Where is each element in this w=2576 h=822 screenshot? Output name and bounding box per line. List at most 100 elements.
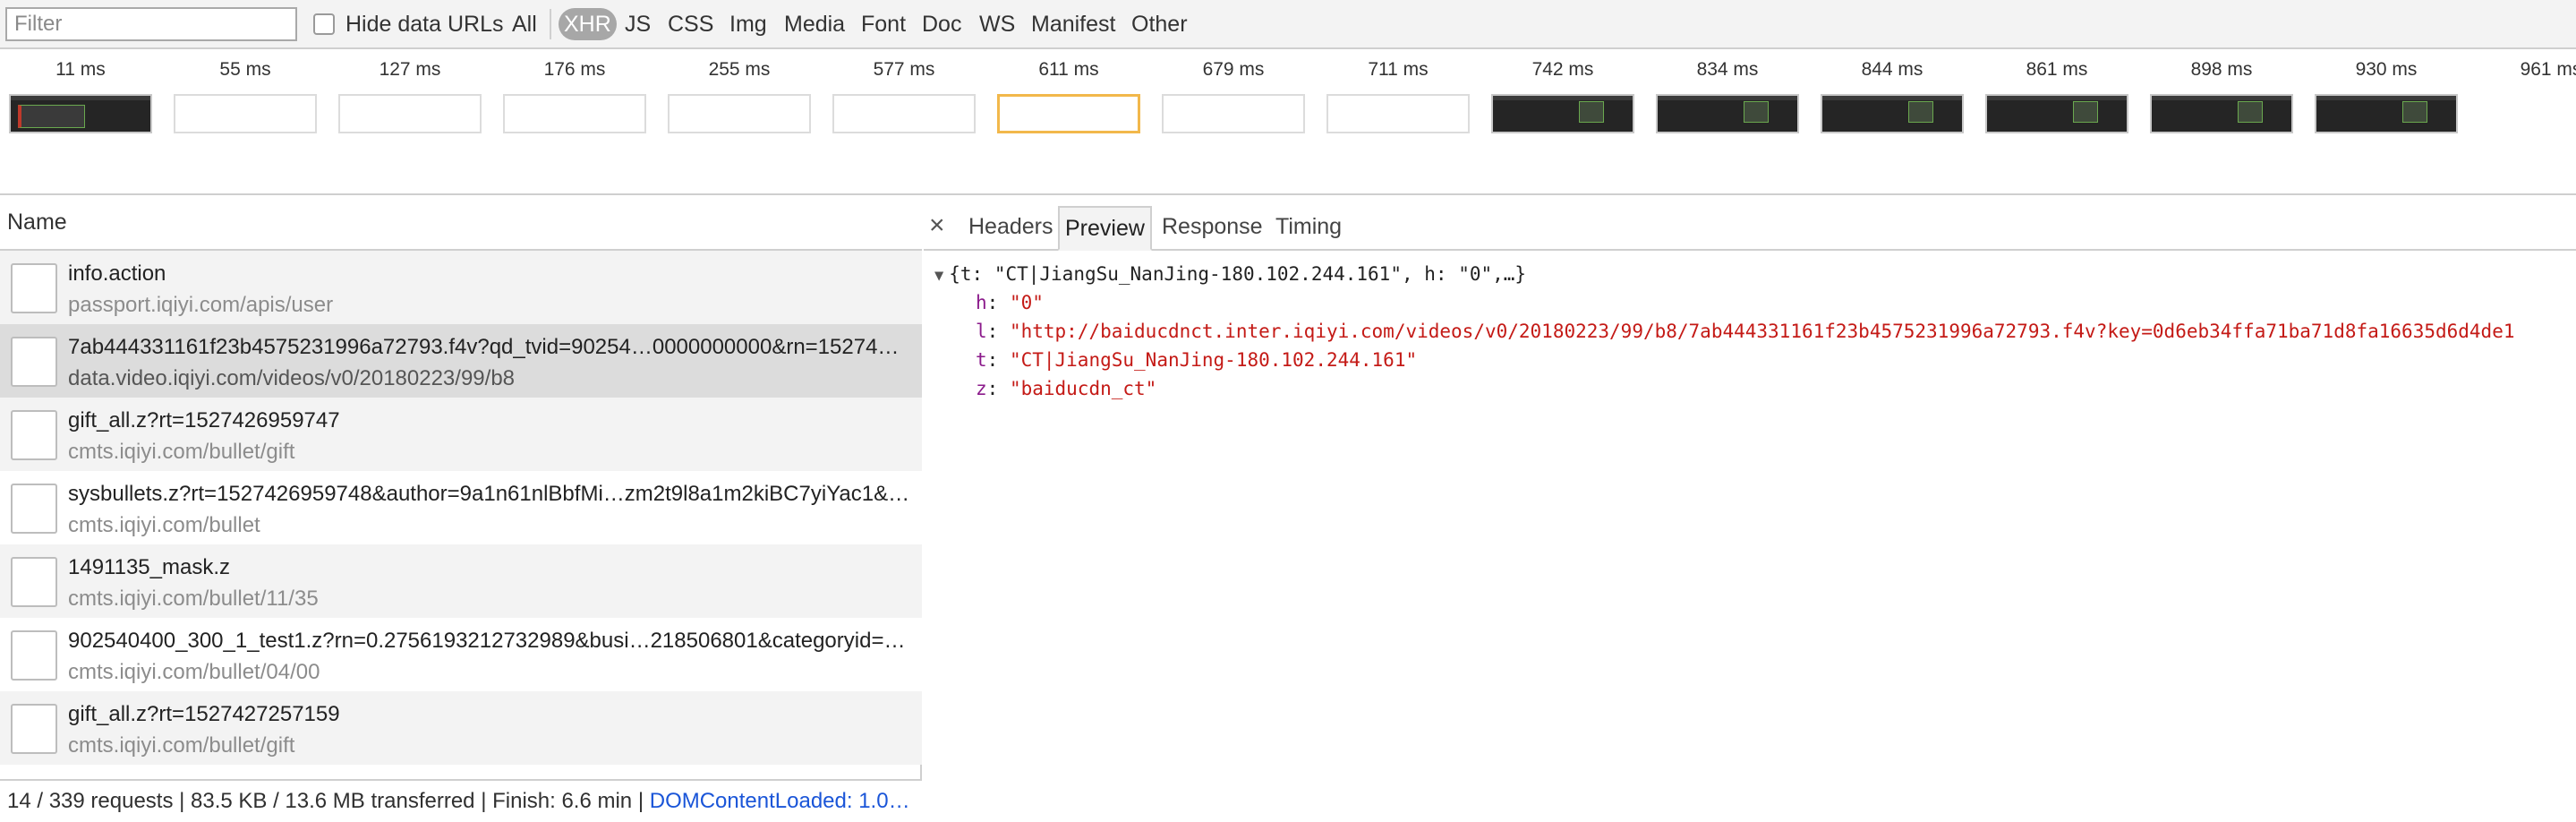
filter-type-js[interactable]: JS xyxy=(625,8,651,40)
request-name: gift_all.z?rt=1527426959747 xyxy=(68,408,340,432)
frame-thumbnail[interactable] xyxy=(503,94,646,133)
frame-thumbnail[interactable] xyxy=(1985,94,2128,133)
filmstrip-frame[interactable]: 861 ms xyxy=(1983,58,2130,133)
request-row[interactable]: 902540400_300_1_test1.z?rn=0.27561932127… xyxy=(0,618,922,691)
frame-time: 898 ms xyxy=(2190,59,2253,80)
request-row[interactable]: gift_all.z?rt=1527427257159 cmts.iqiyi.c… xyxy=(0,691,922,765)
json-property: l: "http://baiducdnct.inter.iqiyi.com/vi… xyxy=(976,321,2515,342)
hide-data-urls-checkbox[interactable] xyxy=(313,13,335,35)
frame-thumbnail-selected[interactable] xyxy=(997,94,1140,133)
filmstrip-frame[interactable]: 930 ms xyxy=(2313,58,2460,133)
filmstrip-frame[interactable]: 679 ms xyxy=(1160,58,1307,133)
filmstrip-frame[interactable]: 834 ms xyxy=(1654,58,1801,133)
frame-thumbnail[interactable] xyxy=(2315,94,2458,133)
frame-thumbnail[interactable] xyxy=(668,94,811,133)
frame-thumbnail[interactable] xyxy=(338,94,482,133)
filter-type-all[interactable]: All xyxy=(512,8,537,40)
file-icon xyxy=(11,484,57,534)
request-list-pane: Name info.action passport.iqiyi.com/apis… xyxy=(0,195,922,822)
json-preview: ▼ {t: "CT|JiangSu_NanJing-180.102.244.161… xyxy=(934,260,2514,403)
filter-type-other[interactable]: Other xyxy=(1131,8,1188,40)
details-tabbar: × Headers Preview Response Timing xyxy=(924,206,2576,251)
screenshot-filmstrip: 11 ms 55 ms 127 ms 176 ms 255 ms 577 ms … xyxy=(0,49,2576,195)
json-property: h: "0" xyxy=(976,292,1044,313)
filter-type-manifest[interactable]: Manifest xyxy=(1031,8,1115,40)
hide-data-urls-label: Hide data URLs xyxy=(345,11,504,37)
frame-time: 961 ms xyxy=(2520,59,2576,80)
file-icon xyxy=(11,410,57,460)
filter-type-media[interactable]: Media xyxy=(784,8,845,40)
expand-triangle-icon[interactable]: ▼ xyxy=(934,261,943,290)
frame-time: 55 ms xyxy=(219,59,271,80)
filmstrip-frame[interactable]: 11 ms xyxy=(7,58,154,133)
frame-time: 679 ms xyxy=(1202,59,1265,80)
frame-thumbnail[interactable] xyxy=(2150,94,2293,133)
request-path: data.video.iqiyi.com/videos/v0/20180223/… xyxy=(68,366,516,390)
request-path: cmts.iqiyi.com/bullet/gift xyxy=(68,733,295,758)
request-name: 7ab444331161f23b4575231996a72793.f4v?qd_… xyxy=(68,335,900,359)
tab-headers[interactable]: Headers xyxy=(963,206,1059,251)
request-rows: info.action passport.iqiyi.com/apis/user… xyxy=(0,251,922,765)
frame-time: 176 ms xyxy=(543,59,606,80)
frame-time: 834 ms xyxy=(1696,59,1759,80)
request-path: cmts.iqiyi.com/bullet/gift xyxy=(68,440,295,464)
filmstrip-frame[interactable]: 55 ms xyxy=(172,58,319,133)
filmstrip-frame[interactable]: 711 ms xyxy=(1325,58,1471,133)
frame-thumbnail[interactable] xyxy=(1162,94,1305,133)
filter-toolbar: Hide data URLs All XHR JS CSS Img Media … xyxy=(0,0,2576,49)
filmstrip-frame[interactable]: 742 ms xyxy=(1489,58,1636,133)
frame-thumbnail[interactable] xyxy=(1491,94,1634,133)
tab-preview[interactable]: Preview xyxy=(1058,206,1152,251)
network-summary-bar: 14 / 339 requests | 83.5 KB / 13.6 MB tr… xyxy=(0,779,922,822)
file-icon xyxy=(11,630,57,681)
toolbar-divider xyxy=(550,9,551,39)
filmstrip-frame[interactable]: 255 ms xyxy=(666,58,813,133)
frame-thumbnail[interactable] xyxy=(1821,94,1964,133)
request-row[interactable]: info.action passport.iqiyi.com/apis/user xyxy=(0,251,922,324)
name-column-header[interactable]: Name xyxy=(0,195,922,251)
json-key: h xyxy=(976,292,987,313)
filter-type-font[interactable]: Font xyxy=(861,8,906,40)
request-row[interactable]: 1491135_mask.z cmts.iqiyi.com/bullet/11/… xyxy=(0,544,922,618)
frame-time: 255 ms xyxy=(708,59,771,80)
json-value: "0" xyxy=(1009,292,1044,313)
request-path: cmts.iqiyi.com/bullet xyxy=(68,513,260,537)
filmstrip-frame[interactable]: 844 ms xyxy=(1819,58,1966,133)
request-row[interactable]: sysbullets.z?rt=1527426959748&author=9a1… xyxy=(0,471,922,544)
frame-time: 127 ms xyxy=(379,59,441,80)
tab-timing[interactable]: Timing xyxy=(1270,206,1347,251)
json-value: "CT|JiangSu_NanJing-180.102.244.161" xyxy=(1009,349,1418,371)
json-key: l xyxy=(976,321,987,342)
frame-thumbnail[interactable] xyxy=(1656,94,1799,133)
tab-response[interactable]: Response xyxy=(1156,206,1268,251)
close-icon[interactable]: × xyxy=(929,210,945,242)
filter-type-img[interactable]: Img xyxy=(729,8,767,40)
frame-time: 930 ms xyxy=(2355,59,2418,80)
dom-content-loaded-link[interactable]: DOMContentLoaded: 1.0… xyxy=(650,789,910,813)
filter-input[interactable] xyxy=(5,7,297,41)
frame-thumbnail[interactable] xyxy=(174,94,317,133)
request-summary: 14 / 339 requests | 83.5 KB / 13.6 MB tr… xyxy=(7,789,650,813)
filter-type-doc[interactable]: Doc xyxy=(922,8,961,40)
filmstrip-frame[interactable]: 577 ms xyxy=(831,58,977,133)
json-key: t xyxy=(976,349,987,371)
json-root-summary[interactable]: ▼ {t: "CT|JiangSu_NanJing-180.102.244.161… xyxy=(934,260,2514,288)
request-row-selected[interactable]: 7ab444331161f23b4575231996a72793.f4v?qd_… xyxy=(0,324,922,398)
frame-thumbnail[interactable] xyxy=(9,94,152,133)
filmstrip-frame[interactable]: 127 ms xyxy=(337,58,483,133)
filter-type-css[interactable]: CSS xyxy=(668,8,713,40)
frame-thumbnail[interactable] xyxy=(1326,94,1470,133)
filmstrip-frame[interactable]: 898 ms xyxy=(2148,58,2295,133)
hide-data-urls-toggle[interactable]: Hide data URLs xyxy=(313,12,503,37)
frame-thumbnail[interactable] xyxy=(832,94,976,133)
filmstrip-frame[interactable]: 961 ms xyxy=(2478,58,2576,81)
json-property: t: "CT|JiangSu_NanJing-180.102.244.161" xyxy=(976,349,1418,371)
filter-type-xhr[interactable]: XHR xyxy=(559,8,617,40)
request-row[interactable]: gift_all.z?rt=1527426959747 cmts.iqiyi.c… xyxy=(0,398,922,471)
filmstrip-frame[interactable]: 611 ms xyxy=(995,58,1142,133)
file-icon xyxy=(11,263,57,313)
json-value: "baiducdn_ct" xyxy=(1009,378,1157,399)
filmstrip-frame[interactable]: 176 ms xyxy=(501,58,648,133)
filter-type-ws[interactable]: WS xyxy=(979,8,1015,40)
request-path: cmts.iqiyi.com/bullet/11/35 xyxy=(68,587,319,611)
